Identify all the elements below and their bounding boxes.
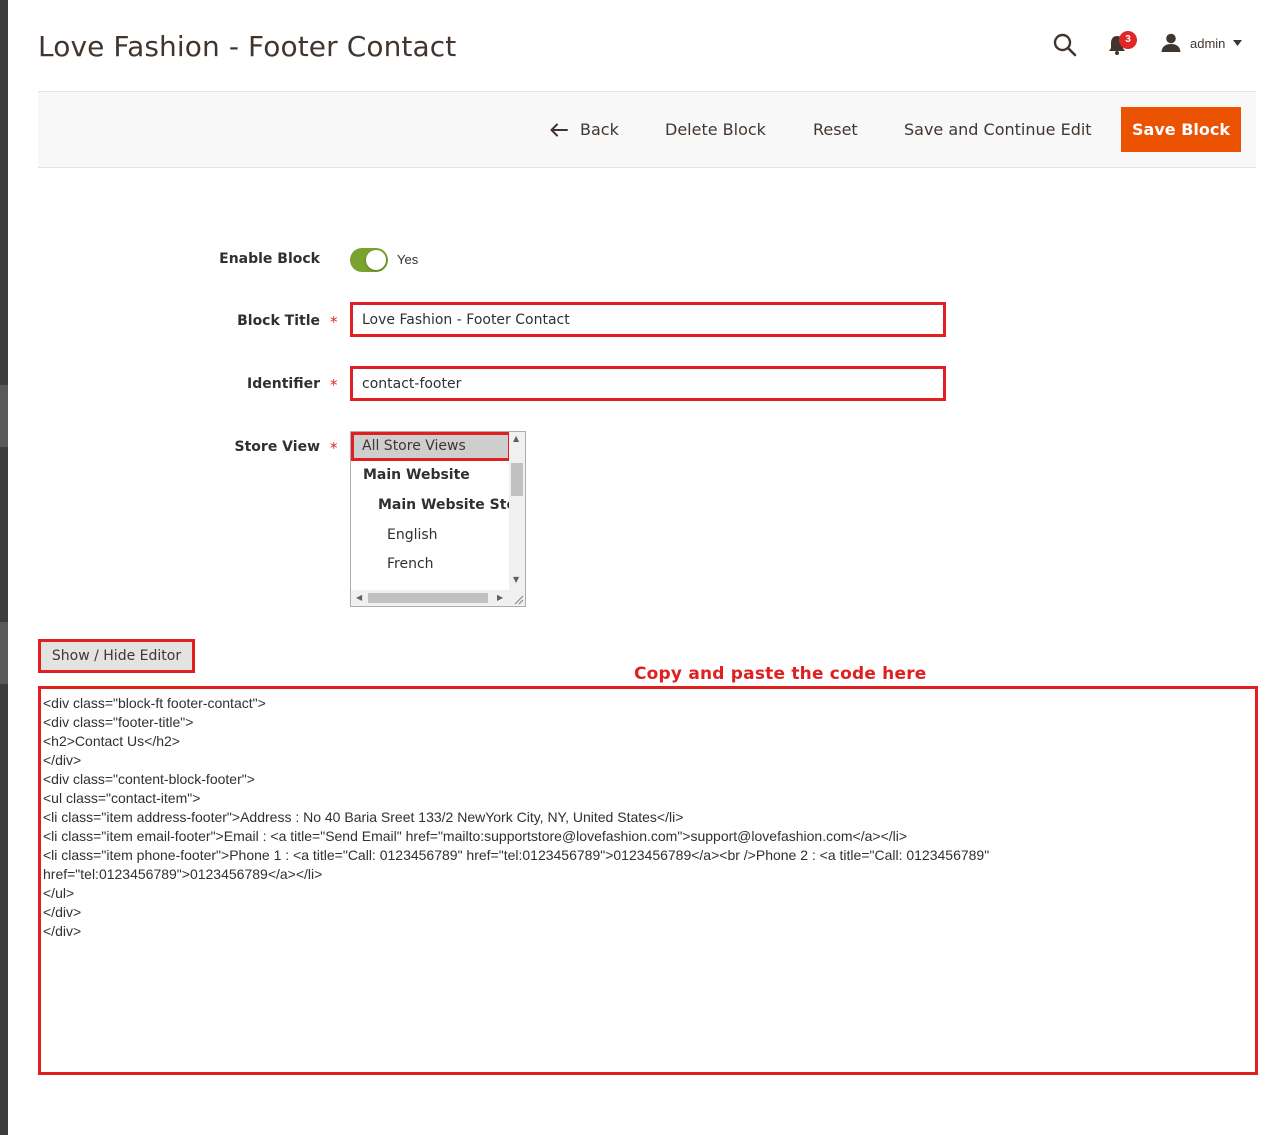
page-title: Love Fashion - Footer Contact — [38, 30, 457, 63]
toggle-knob — [366, 250, 386, 270]
store-option-english[interactable]: English — [351, 527, 510, 543]
required-star: * — [330, 439, 338, 457]
scroll-down-icon[interactable]: ▼ — [513, 576, 519, 584]
store-option-website[interactable]: Main Website — [351, 467, 510, 483]
store-view-label: Store View — [234, 439, 320, 455]
search-icon[interactable] — [1052, 32, 1078, 58]
scroll-left-icon[interactable]: ◀ — [356, 594, 362, 602]
enable-block-label: Enable Block — [219, 251, 320, 267]
sidebar-notch — [0, 385, 8, 447]
vertical-scrollbar[interactable]: ▲ ▼ — [509, 432, 525, 591]
scroll-up-icon[interactable]: ▲ — [513, 435, 519, 443]
enable-block-toggle[interactable] — [350, 248, 388, 272]
block-title-label: Block Title — [237, 313, 320, 329]
required-star: * — [330, 313, 338, 331]
show-hide-editor-button[interactable]: Show / Hide Editor — [38, 639, 195, 673]
left-sidebar-strip — [0, 0, 8, 1135]
annotation-text: Copy and paste the code here — [634, 664, 927, 684]
user-menu[interactable]: admin — [1160, 32, 1243, 54]
scroll-right-icon[interactable]: ▶ — [497, 594, 503, 602]
caret-down-icon — [1233, 40, 1243, 46]
enable-block-value: Yes — [397, 252, 419, 267]
back-button[interactable]: Back — [550, 120, 619, 139]
save-block-button[interactable]: Save Block — [1121, 107, 1241, 152]
content-editor-textarea[interactable]: <div class="block-ft footer-contact"> <d… — [38, 686, 1258, 1075]
required-star: * — [330, 376, 338, 394]
store-option-french[interactable]: French — [351, 556, 510, 572]
back-button-label: Back — [580, 120, 619, 139]
header-actions: 3 admin — [1040, 26, 1270, 66]
notification-badge[interactable]: 3 — [1119, 31, 1137, 49]
delete-block-button[interactable]: Delete Block — [665, 120, 766, 139]
store-option-all[interactable]: All Store Views — [351, 432, 511, 461]
scrollbar-thumb[interactable] — [511, 463, 523, 496]
horizontal-scrollbar[interactable]: ◀ ▶ — [351, 590, 510, 606]
arrow-left-icon — [550, 123, 568, 136]
user-icon — [1161, 33, 1181, 52]
identifier-label: Identifier — [247, 376, 320, 392]
store-view-multiselect[interactable]: All Store Views Main Website Main Websit… — [350, 431, 526, 607]
user-name: admin — [1190, 35, 1226, 51]
page-actions-bar: Back Delete Block Reset Save and Continu… — [38, 91, 1256, 168]
save-and-continue-button[interactable]: Save and Continue Edit — [904, 120, 1092, 139]
scrollbar-thumb[interactable] — [368, 593, 488, 603]
store-option-store[interactable]: Main Website Store — [351, 497, 510, 513]
block-title-input[interactable] — [350, 302, 946, 337]
identifier-input[interactable] — [350, 366, 946, 401]
reset-button[interactable]: Reset — [813, 120, 858, 139]
sidebar-notch — [0, 622, 8, 684]
resize-handle-icon[interactable] — [509, 590, 525, 606]
